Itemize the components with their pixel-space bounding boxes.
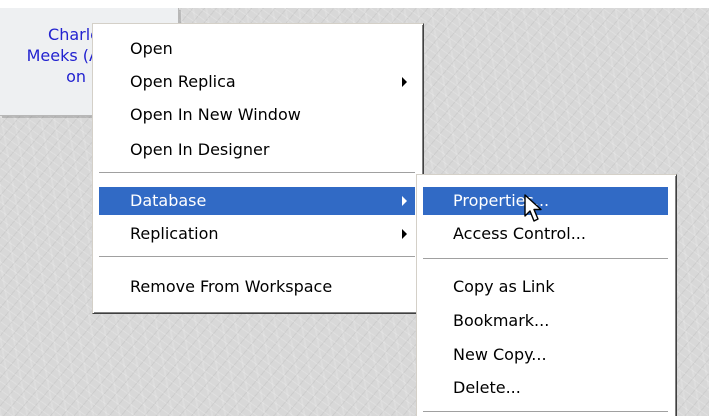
menu-item-label: Open Replica <box>130 72 236 91</box>
submenu-item-delete[interactable]: Delete... <box>423 374 668 402</box>
menu-item-label: Delete... <box>453 378 521 397</box>
submenu-arrow-icon <box>402 77 407 87</box>
menu-separator <box>99 172 415 174</box>
menu-separator <box>423 411 668 413</box>
menu-item-replication[interactable]: Replication <box>99 220 415 248</box>
menu-item-database[interactable]: Database <box>99 187 415 215</box>
tile-line-2: Meeks (A <box>26 46 100 65</box>
menu-item-label: Copy as Link <box>453 277 555 296</box>
tile-line-1: Charle <box>48 25 100 44</box>
menu-item-open-in-new-window[interactable]: Open In New Window <box>99 101 415 129</box>
menu-item-open[interactable]: Open <box>99 35 415 63</box>
menu-item-label: Open In New Window <box>130 105 301 124</box>
menu-item-label: Access Control... <box>453 224 586 243</box>
menu-separator <box>423 258 668 260</box>
menu-item-open-in-designer[interactable]: Open In Designer <box>99 136 415 164</box>
database-submenu: Properties... Access Control... Copy as … <box>416 174 677 416</box>
database-tile-label: Charle Meeks (A on L <box>0 24 100 87</box>
mouse-pointer-icon <box>524 194 542 222</box>
menu-item-open-replica[interactable]: Open Replica <box>99 68 415 96</box>
menu-item-label: Open In Designer <box>130 140 270 159</box>
submenu-item-bookmark[interactable]: Bookmark... <box>423 307 668 335</box>
tile-line-3: on L <box>66 67 100 86</box>
submenu-item-access-control[interactable]: Access Control... <box>423 220 668 248</box>
menu-item-label: New Copy... <box>453 345 547 364</box>
menu-item-label: Replication <box>130 224 219 243</box>
menu-item-label: Remove From Workspace <box>130 277 333 296</box>
submenu-item-copy-as-link[interactable]: Copy as Link <box>423 273 668 301</box>
menu-item-remove-from-workspace[interactable]: Remove From Workspace <box>99 273 415 301</box>
submenu-arrow-icon <box>402 196 407 206</box>
menu-item-label: Bookmark... <box>453 311 550 330</box>
submenu-item-new-copy[interactable]: New Copy... <box>423 341 668 369</box>
top-strip <box>0 0 709 8</box>
menu-item-label: Open <box>130 39 173 58</box>
menu-item-label: Database <box>130 191 207 210</box>
submenu-arrow-icon <box>402 229 407 239</box>
menu-separator <box>99 256 415 258</box>
context-menu: Open Open Replica Open In New Window Ope… <box>92 23 424 314</box>
